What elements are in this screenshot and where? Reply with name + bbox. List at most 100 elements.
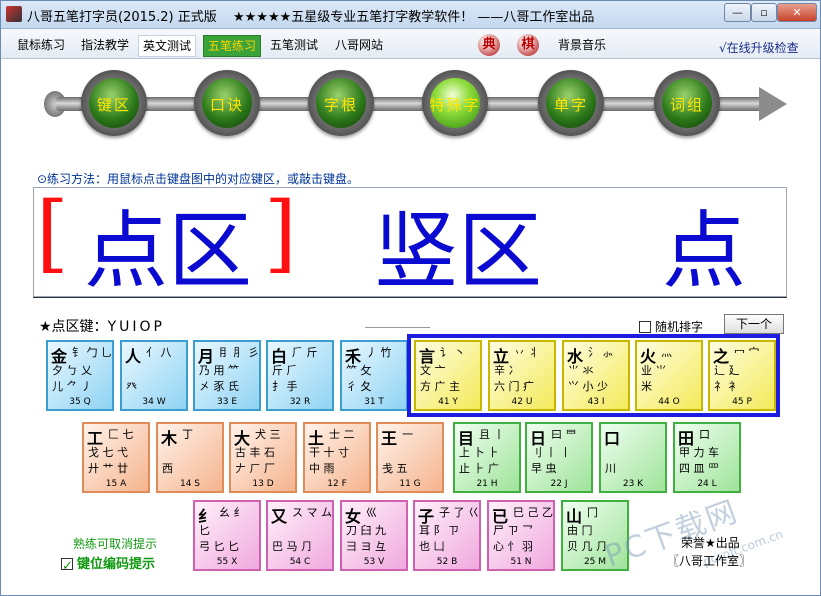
tab-bage-website[interactable]: 八哥网站 [331, 35, 387, 57]
random-order-checkbox[interactable]: 随机排字 [639, 318, 703, 335]
key-code: 22 J [550, 479, 568, 489]
key-components: 冂 [587, 506, 598, 519]
zone-keys-label: ★点区键：YUIOP [39, 316, 165, 336]
current-close-bracket: ] [264, 187, 297, 282]
dian-button[interactable]: 典 [478, 34, 500, 56]
stage-label: 词组 [669, 96, 704, 114]
key-components: 干 十 寸 [309, 446, 349, 459]
stage-special-chars[interactable]: 特殊字 [422, 70, 488, 136]
key-k[interactable]: 口川 23 K [599, 422, 667, 493]
key-components: 一 [402, 428, 413, 441]
tab-mouse-practice[interactable]: 鼠标练习 [13, 35, 69, 57]
hint-cancel-text: 熟练可取消提示 [73, 537, 158, 551]
key-t[interactable]: 禾丿 竹⺮ 攵彳 夂 31 T [340, 340, 408, 411]
key-code: 34 W [142, 397, 166, 407]
key-components: 也 凵 [419, 540, 445, 553]
key-f[interactable]: 土士 二干 十 寸中 雨 12 F [303, 422, 371, 493]
key-code: 14 S [179, 479, 201, 489]
key-components: 早 虫 [531, 462, 557, 475]
online-upgrade-link[interactable]: √在线升级检查 [719, 39, 799, 56]
checkbox-checked[interactable]: ✓ [61, 558, 73, 574]
key-components: 匚 七 [108, 428, 134, 441]
key-components: 戈 七 弋 [88, 446, 128, 459]
upcoming-word: 点 [662, 202, 747, 297]
minimize-button[interactable]: — [724, 3, 751, 22]
key-b[interactable]: 子子 了 巜耳 阝 ㄗ也 凵 52 B [413, 500, 481, 571]
next-word: 竖区 [374, 202, 543, 297]
key-main-radical: 王 [381, 429, 398, 448]
stage-label: 键区 [96, 96, 131, 114]
key-code-hint-toggle[interactable]: ✓ 键位编码提示 [61, 553, 155, 574]
divider [365, 327, 430, 328]
stage-single-chars[interactable]: 单字 [538, 70, 604, 136]
stage-phrases[interactable]: 词组 [654, 70, 720, 136]
practice-display: [ 点区 ] 竖区 点 [33, 187, 787, 297]
key-main-radical: 人 [125, 347, 142, 366]
key-r[interactable]: 白⺁ 斤斤 ⺁扌 手 32 R [266, 340, 334, 411]
key-components: 西 [162, 462, 173, 475]
stage-label: 口诀 [209, 96, 244, 114]
key-g[interactable]: 王一戋 五 11 G [376, 422, 444, 493]
divider [33, 297, 787, 298]
key-code: 15 A [105, 479, 127, 489]
key-s[interactable]: 木丁西 14 S [156, 422, 224, 493]
menu-tabs: 鼠标练习 指法教学 英文测试 五笔练习 五笔测试 八哥网站 典 棋 背景音乐 √… [1, 29, 820, 59]
key-code: 33 E [217, 397, 237, 407]
key-code: 13 D [252, 479, 274, 489]
key-w[interactable]: 人亻 八 癶 34 W [120, 340, 188, 411]
key-components: 彳 夂 [346, 380, 372, 393]
highlight-frame [407, 334, 780, 417]
key-components: 夕 ㄅ 乂 [52, 364, 92, 377]
chess-button[interactable]: 棋 [517, 34, 539, 56]
key-components: 戋 五 [382, 462, 408, 475]
key-l[interactable]: 田口甲 力 车四 皿 罒 24 L [673, 422, 741, 493]
key-c[interactable]: 又ス マ ム巴 马 ⺆ 54 C [266, 500, 334, 571]
key-e[interactable]: 月⺝ ⺼ 彡乃 用 ⺮㐅 豕 氏 33 E [193, 340, 261, 411]
key-h[interactable]: 目且 丨上 卜 ⺊止 ⺊ 广 21 H [453, 422, 521, 493]
maximize-button[interactable]: ▫ [751, 3, 777, 22]
background-music-button[interactable]: 背景音乐 [554, 35, 610, 57]
tab-wubi-test[interactable]: 五笔测试 [266, 35, 322, 57]
key-main-radical: 木 [161, 429, 178, 448]
key-components: 扌 手 [272, 380, 298, 393]
key-j[interactable]: 日曰 ⺜刂 丨 丨早 虫 22 J [525, 422, 593, 493]
key-components: 癶 [126, 380, 137, 393]
key-components: 彐 ヨ 彑 [346, 540, 386, 553]
key-v[interactable]: 女巛刀 臼 九彐 ヨ 彑 53 V [340, 500, 408, 571]
stage-key-zone[interactable]: 键区 [81, 70, 147, 136]
stage-label: 字根 [323, 96, 358, 114]
tab-fingering[interactable]: 指法教学 [77, 35, 133, 57]
key-components: 甲 力 车 [679, 446, 719, 459]
key-components: 儿 ⺈ 丿 [52, 380, 92, 393]
key-a[interactable]: 工匚 七戈 七 弋廾 艹 廿 15 A [82, 422, 150, 493]
zone-keys: YUIOP [107, 319, 165, 335]
stage-label: 特殊字 [429, 96, 481, 114]
key-components: 𠂇 ㄏ 厂 [235, 462, 275, 475]
next-button[interactable]: 下一个 [724, 314, 784, 334]
stage-radicals[interactable]: 字根 [308, 70, 374, 136]
key-components: 中 雨 [309, 462, 335, 475]
pipe-arrow-icon [759, 87, 787, 121]
key-q[interactable]: 金钅 勹 乚夕 ㄅ 乂儿 ⺈ 丿 35 Q [46, 340, 114, 411]
key-components: 丿 竹 [366, 346, 392, 359]
app-icon [6, 6, 22, 22]
key-components: ⺁ 斤 [292, 346, 318, 359]
tab-english-test[interactable]: 英文测试 [138, 35, 197, 57]
key-n[interactable]: 已巳 己 乙尸 ㄗ 乛心 忄 羽 51 N [487, 500, 555, 571]
stage-mnemonic[interactable]: 口诀 [194, 70, 260, 136]
key-x[interactable]: 纟幺 纟匕弓 匕 匕 55 X [193, 500, 261, 571]
credit-line: 荣誉★出品 [681, 536, 740, 550]
key-d[interactable]: 大犬 三古 丰 石𠂇 ㄏ 厂 13 D [229, 422, 297, 493]
studio-name: 〖八哥工作室〗 [667, 554, 752, 568]
key-components: 曰 ⺜ [551, 428, 577, 441]
tab-wubi-practice[interactable]: 五笔练习 [203, 35, 262, 57]
close-button[interactable]: ✕ [777, 3, 817, 22]
current-open-bracket: [ [36, 187, 69, 282]
key-code: 23 K [622, 479, 644, 489]
checkbox-box[interactable] [639, 321, 651, 333]
key-components: 刀 臼 九 [346, 524, 386, 537]
key-components: ⺮ 攵 [346, 364, 372, 377]
key-components: 由 冂 [567, 524, 593, 537]
key-components: 士 二 [329, 428, 355, 441]
key-components: 亻 八 [146, 346, 172, 359]
